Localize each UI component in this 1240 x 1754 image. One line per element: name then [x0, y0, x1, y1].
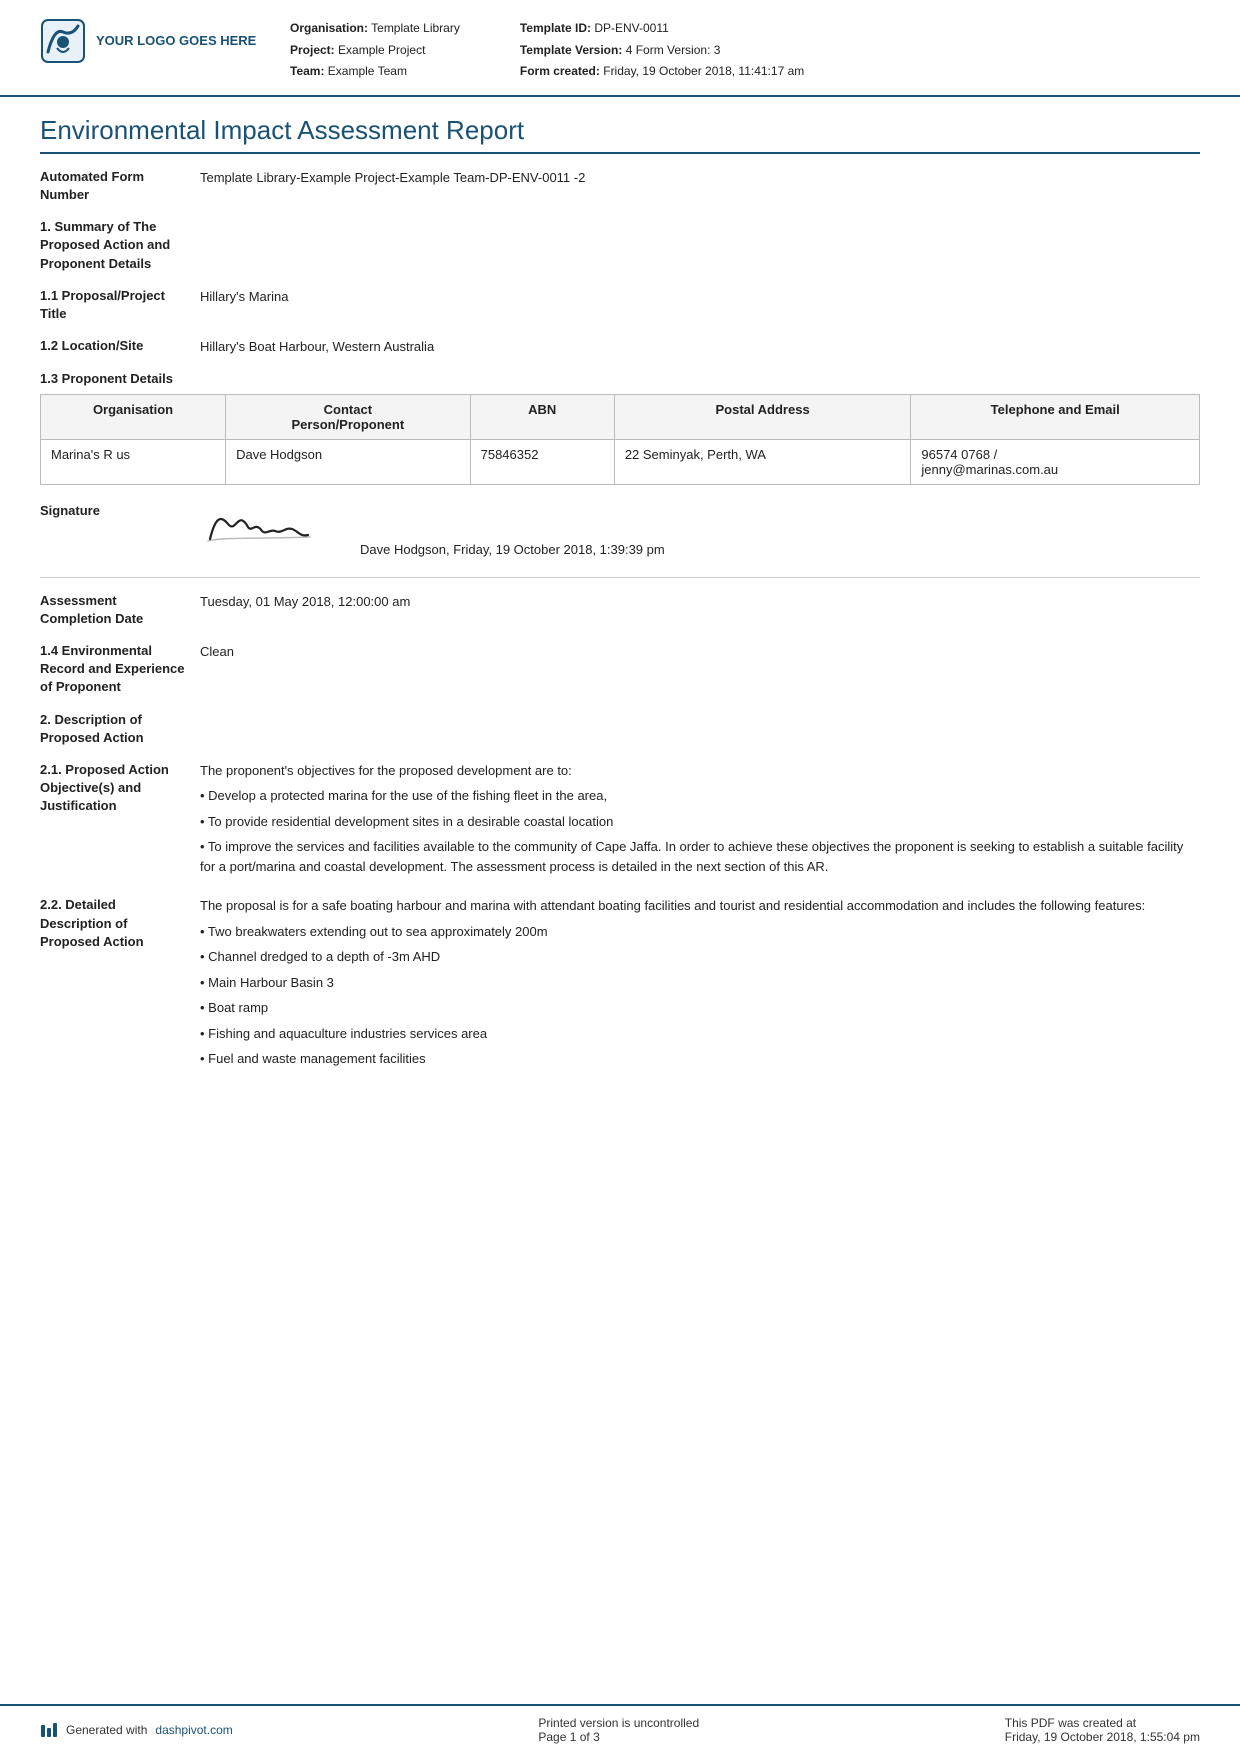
team-label: Team: [290, 64, 324, 78]
section2-2-bullet-4: • Boat ramp [200, 998, 1200, 1018]
signature-area: Dave Hodgson, Friday, 19 October 2018, 1… [200, 499, 665, 563]
section2-2-bullet-6: • Fuel and waste management facilities [200, 1049, 1200, 1069]
signature-label: Signature [40, 499, 200, 518]
form-created-row: Form created: Friday, 19 October 2018, 1… [520, 61, 804, 83]
signature-info: Dave Hodgson, Friday, 19 October 2018, 1… [360, 542, 665, 563]
main-content: Environmental Impact Assessment Report A… [0, 97, 1240, 1704]
section2-2-bullet-1: • Two breakwaters extending out to sea a… [200, 922, 1200, 942]
automated-form-row: Automated Form Number Template Library-E… [40, 168, 1200, 204]
col-organisation: Organisation [41, 394, 226, 439]
section2-2-content: The proposal is for a safe boating harbo… [200, 896, 1200, 1075]
logo-area: YOUR LOGO GOES HERE [40, 18, 260, 64]
dashpivot-logo-icon [40, 1721, 58, 1739]
section2-1-bullet-2: • To provide residential development sit… [200, 812, 1200, 832]
signature-row: Signature Dave Hodgson, Friday, 19 Octob… [40, 499, 1200, 563]
page: YOUR LOGO GOES HERE Organisation: Templa… [0, 0, 1240, 1754]
cell-abn: 75846352 [470, 439, 614, 484]
template-id-value: DP-ENV-0011 [594, 21, 668, 35]
section2-2-row: 2.2. Detailed Description of Proposed Ac… [40, 896, 1200, 1075]
org-value: Template Library [371, 21, 460, 35]
footer-center: Printed version is uncontrolled Page 1 o… [538, 1716, 699, 1744]
col-postal: Postal Address [614, 394, 911, 439]
logo-text: YOUR LOGO GOES HERE [96, 33, 256, 50]
form-version-label: Form Version: [636, 43, 711, 57]
section1-3-heading: 1.3 Proponent Details [40, 371, 1200, 386]
project-value: Example Project [338, 43, 425, 57]
pdf-created-label: This PDF was created at [1005, 1716, 1200, 1730]
footer-right: This PDF was created at Friday, 19 Octob… [1005, 1716, 1200, 1744]
page-number: Page 1 of 3 [538, 1730, 699, 1744]
section1-4-row: 1.4 Environmental Record and Experience … [40, 642, 1200, 697]
form-created-label: Form created: [520, 64, 600, 78]
assessment-completion-label: Assessment Completion Date [40, 592, 200, 628]
section1-2-value: Hillary's Boat Harbour, Western Australi… [200, 337, 1200, 357]
generated-with-text: Generated with [66, 1723, 147, 1737]
template-id-row: Template ID: DP-ENV-0011 [520, 18, 804, 40]
section2-1-bullet-3: • To improve the services and facilities… [200, 837, 1200, 876]
section1-2-label: 1.2 Location/Site [40, 337, 200, 355]
automated-form-value: Template Library-Example Project-Example… [200, 168, 1200, 188]
section2-1-content: The proponent's objectives for the propo… [200, 761, 1200, 883]
header-col-right: Template ID: DP-ENV-0011 Template Versio… [520, 18, 804, 83]
cell-postal: 22 Seminyak, Perth, WA [614, 439, 911, 484]
cell-organisation: Marina's R us [41, 439, 226, 484]
project-label: Project: [290, 43, 335, 57]
section2-2-label: 2.2. Detailed Description of Proposed Ac… [40, 896, 200, 951]
col-abn: ABN [470, 394, 614, 439]
section1-4-value: Clean [200, 642, 1200, 662]
section2-2-intro: The proposal is for a safe boating harbo… [200, 896, 1200, 916]
section2-1-row: 2.1. Proposed Action Objective(s) and Ju… [40, 761, 1200, 883]
team-row: Team: Example Team [290, 61, 460, 83]
section1-1-label: 1.1 Proposal/Project Title [40, 287, 200, 323]
uncontrolled-text: Printed version is uncontrolled [538, 1716, 699, 1730]
section1-4-label: 1.4 Environmental Record and Experience … [40, 642, 200, 697]
cell-contact: Dave Hodgson [226, 439, 471, 484]
col-contact: ContactPerson/Proponent [226, 394, 471, 439]
footer: Generated with dashpivot.com Printed ver… [0, 1704, 1240, 1754]
cell-telephone: 96574 0768 /jenny@marinas.com.au [911, 439, 1200, 484]
section1-label: 1. Summary of The Proposed Action and Pr… [40, 218, 200, 273]
report-title: Environmental Impact Assessment Report [40, 115, 1200, 154]
section1-2-row: 1.2 Location/Site Hillary's Boat Harbour… [40, 337, 1200, 357]
section1-row: 1. Summary of The Proposed Action and Pr… [40, 218, 1200, 273]
assessment-completion-row: Assessment Completion Date Tuesday, 01 M… [40, 592, 1200, 628]
template-version-value: 4 [626, 43, 633, 57]
signature-svg [200, 499, 330, 554]
table-row: Marina's R us Dave Hodgson 75846352 22 S… [41, 439, 1200, 484]
org-row: Organisation: Template Library [290, 18, 460, 40]
section2-label: 2. Description of Proposed Action [40, 711, 200, 747]
template-version-label: Template Version: [520, 43, 622, 57]
automated-form-label: Automated Form Number [40, 168, 200, 204]
header-meta: Organisation: Template Library Project: … [290, 18, 1200, 83]
col-telephone: Telephone and Email [911, 394, 1200, 439]
pdf-created-date: Friday, 19 October 2018, 1:55:04 pm [1005, 1730, 1200, 1744]
section2-1-bullet-1: • Develop a protected marina for the use… [200, 786, 1200, 806]
section1-1-value: Hillary's Marina [200, 287, 1200, 307]
dashpivot-link[interactable]: dashpivot.com [155, 1723, 232, 1737]
project-row: Project: Example Project [290, 40, 460, 62]
divider-1 [40, 577, 1200, 578]
team-value: Example Team [328, 64, 407, 78]
header-col-left: Organisation: Template Library Project: … [290, 18, 460, 83]
section1-1-row: 1.1 Proposal/Project Title Hillary's Mar… [40, 287, 1200, 323]
assessment-completion-value: Tuesday, 01 May 2018, 12:00:00 am [200, 592, 1200, 612]
header: YOUR LOGO GOES HERE Organisation: Templa… [0, 0, 1240, 97]
section2-2-bullet-3: • Main Harbour Basin 3 [200, 973, 1200, 993]
template-id-label: Template ID: [520, 21, 591, 35]
section2-1-intro: The proponent's objectives for the propo… [200, 761, 1200, 781]
form-version-value: 3 [714, 43, 721, 57]
template-version-row: Template Version: 4 Form Version: 3 [520, 40, 804, 62]
section2-2-bullet-5: • Fishing and aquaculture industries ser… [200, 1024, 1200, 1044]
form-created-value: Friday, 19 October 2018, 11:41:17 am [603, 64, 804, 78]
org-label: Organisation: [290, 21, 368, 35]
section2-1-label: 2.1. Proposed Action Objective(s) and Ju… [40, 761, 200, 816]
logo-icon [40, 18, 86, 64]
section2-row: 2. Description of Proposed Action [40, 711, 1200, 747]
signature-image [200, 499, 330, 563]
footer-left: Generated with dashpivot.com [40, 1721, 233, 1739]
section2-2-bullet-2: • Channel dredged to a depth of -3m AHD [200, 947, 1200, 967]
proponent-table: Organisation ContactPerson/Proponent ABN… [40, 394, 1200, 485]
